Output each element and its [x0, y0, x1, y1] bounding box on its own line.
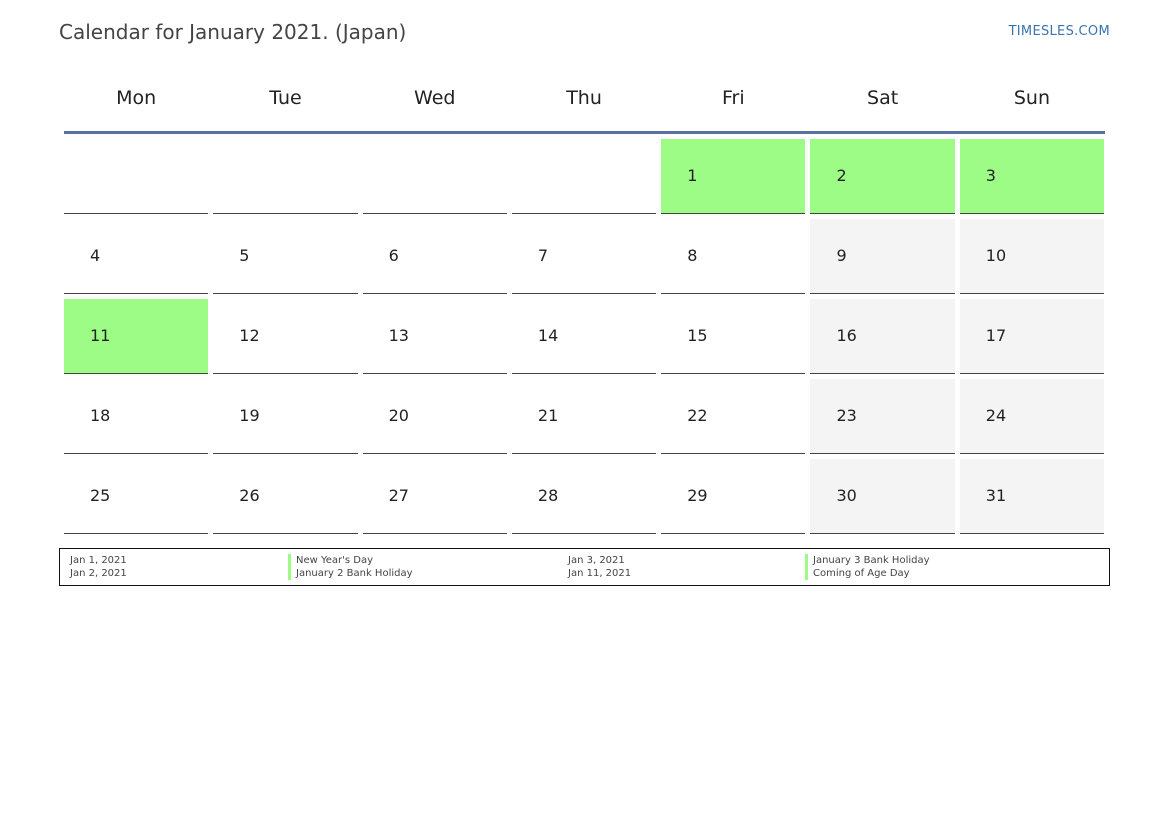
day-number: 17 [985, 326, 1007, 345]
day-cell[interactable]: 8 [661, 219, 806, 294]
holiday-day-cell[interactable]: 1 [661, 139, 806, 214]
day-cell[interactable]: 6 [362, 219, 507, 294]
weekday-wed: Wed [414, 87, 456, 109]
holiday-day-cell[interactable]: 2 [810, 139, 955, 214]
day-cell[interactable]: 12 [213, 299, 358, 374]
day-number: 13 [388, 326, 409, 345]
day-cell[interactable]: 20 [362, 379, 507, 454]
weekday-thu: Thu [566, 87, 602, 109]
day-number: 2 [836, 166, 847, 185]
day-cell[interactable]: 31 [959, 459, 1105, 534]
empty-day-cell [64, 139, 209, 214]
holiday-name: January 2 Bank Holiday [288, 567, 413, 580]
empty-day-cell [362, 139, 507, 214]
day-cell[interactable]: 17 [959, 299, 1105, 374]
day-number: 12 [239, 326, 260, 345]
weekday-tue: Tue [269, 87, 302, 109]
day-cell[interactable]: 19 [213, 379, 358, 454]
day-number: 24 [985, 406, 1007, 425]
day-number: 28 [537, 486, 559, 505]
weekday-fri: Fri [722, 87, 745, 109]
site-link[interactable]: TIMESLES.COM [1009, 24, 1110, 39]
empty-day-cell [511, 139, 657, 214]
holiday-name: Coming of Age Day [805, 567, 910, 580]
day-cell[interactable]: 21 [511, 379, 657, 454]
day-number: 11 [90, 326, 111, 345]
day-number: 3 [985, 166, 996, 185]
day-number: 27 [388, 486, 409, 505]
day-cell[interactable]: 28 [511, 459, 657, 534]
holiday-name: New Year's Day [288, 554, 373, 567]
day-number: 30 [836, 486, 857, 505]
day-number: 9 [836, 246, 847, 265]
day-number: 15 [687, 326, 708, 345]
day-number: 29 [687, 486, 708, 505]
day-number: 18 [90, 406, 111, 425]
empty-day-cell [213, 139, 358, 214]
holiday-date: Jan 2, 2021 [70, 568, 127, 579]
day-number: 14 [537, 326, 559, 345]
holiday-date: Jan 3, 2021 [568, 555, 625, 566]
page-title: Calendar for January 2021. (Japan) [59, 20, 407, 44]
weekday-header-row: Mon Tue Wed Thu Fri Sat Sun [64, 72, 1105, 134]
day-cell[interactable]: 9 [810, 219, 955, 294]
day-cell[interactable]: 13 [362, 299, 507, 374]
calendar-grid: Mon Tue Wed Thu Fri Sat Sun 1 2 3 4 5 6 7 8 9 10 1… [64, 72, 1105, 534]
day-number: 8 [687, 246, 698, 265]
day-cell[interactable]: 14 [511, 299, 657, 374]
holiday-date: Jan 1, 2021 [70, 555, 127, 566]
day-cell[interactable]: 29 [661, 459, 806, 534]
day-number: 22 [687, 406, 708, 425]
weekday-mon: Mon [116, 87, 157, 109]
day-cell[interactable]: 22 [661, 379, 806, 454]
holiday-date: Jan 11, 2021 [568, 568, 632, 579]
day-cell[interactable]: 16 [810, 299, 955, 374]
day-cell[interactable]: 7 [511, 219, 657, 294]
day-number: 21 [537, 406, 559, 425]
day-number: 19 [239, 406, 260, 425]
day-number: 1 [687, 166, 698, 185]
day-cell[interactable]: 26 [213, 459, 358, 534]
weekday-sat: Sat [867, 87, 899, 109]
day-cell[interactable]: 24 [959, 379, 1105, 454]
holiday-day-cell[interactable]: 3 [959, 139, 1105, 214]
day-cell[interactable]: 10 [959, 219, 1105, 294]
day-cell[interactable]: 30 [810, 459, 955, 534]
day-cell[interactable]: 25 [64, 459, 209, 534]
day-cell[interactable]: 23 [810, 379, 955, 454]
day-cell[interactable]: 27 [362, 459, 507, 534]
day-number: 31 [985, 486, 1007, 505]
holiday-legend: Jan 1, 2021 New Year's Day Jan 2, 2021 Janu… [59, 548, 1110, 586]
day-number: 20 [388, 406, 409, 425]
weekday-sun: Sun [1013, 87, 1050, 109]
day-number: 23 [836, 406, 857, 425]
day-number: 6 [388, 246, 399, 265]
day-number: 10 [985, 246, 1007, 265]
day-cell[interactable]: 18 [64, 379, 209, 454]
day-cells: 1 2 3 4 5 6 7 8 9 10 11 12 13 14 15 16 17 18 19 20 21 22 23 24 2… [64, 139, 1105, 534]
day-number: 26 [239, 486, 260, 505]
day-number: 16 [836, 326, 857, 345]
day-cell[interactable]: 15 [661, 299, 806, 374]
day-number: 5 [239, 246, 250, 265]
day-number: 7 [537, 246, 549, 265]
holiday-name: January 3 Bank Holiday [805, 554, 930, 567]
day-cell[interactable]: 5 [213, 219, 358, 294]
holiday-day-cell[interactable]: 11 [64, 299, 209, 374]
day-number: 4 [90, 246, 101, 265]
day-number: 25 [90, 486, 111, 505]
day-cell[interactable]: 4 [64, 219, 209, 294]
